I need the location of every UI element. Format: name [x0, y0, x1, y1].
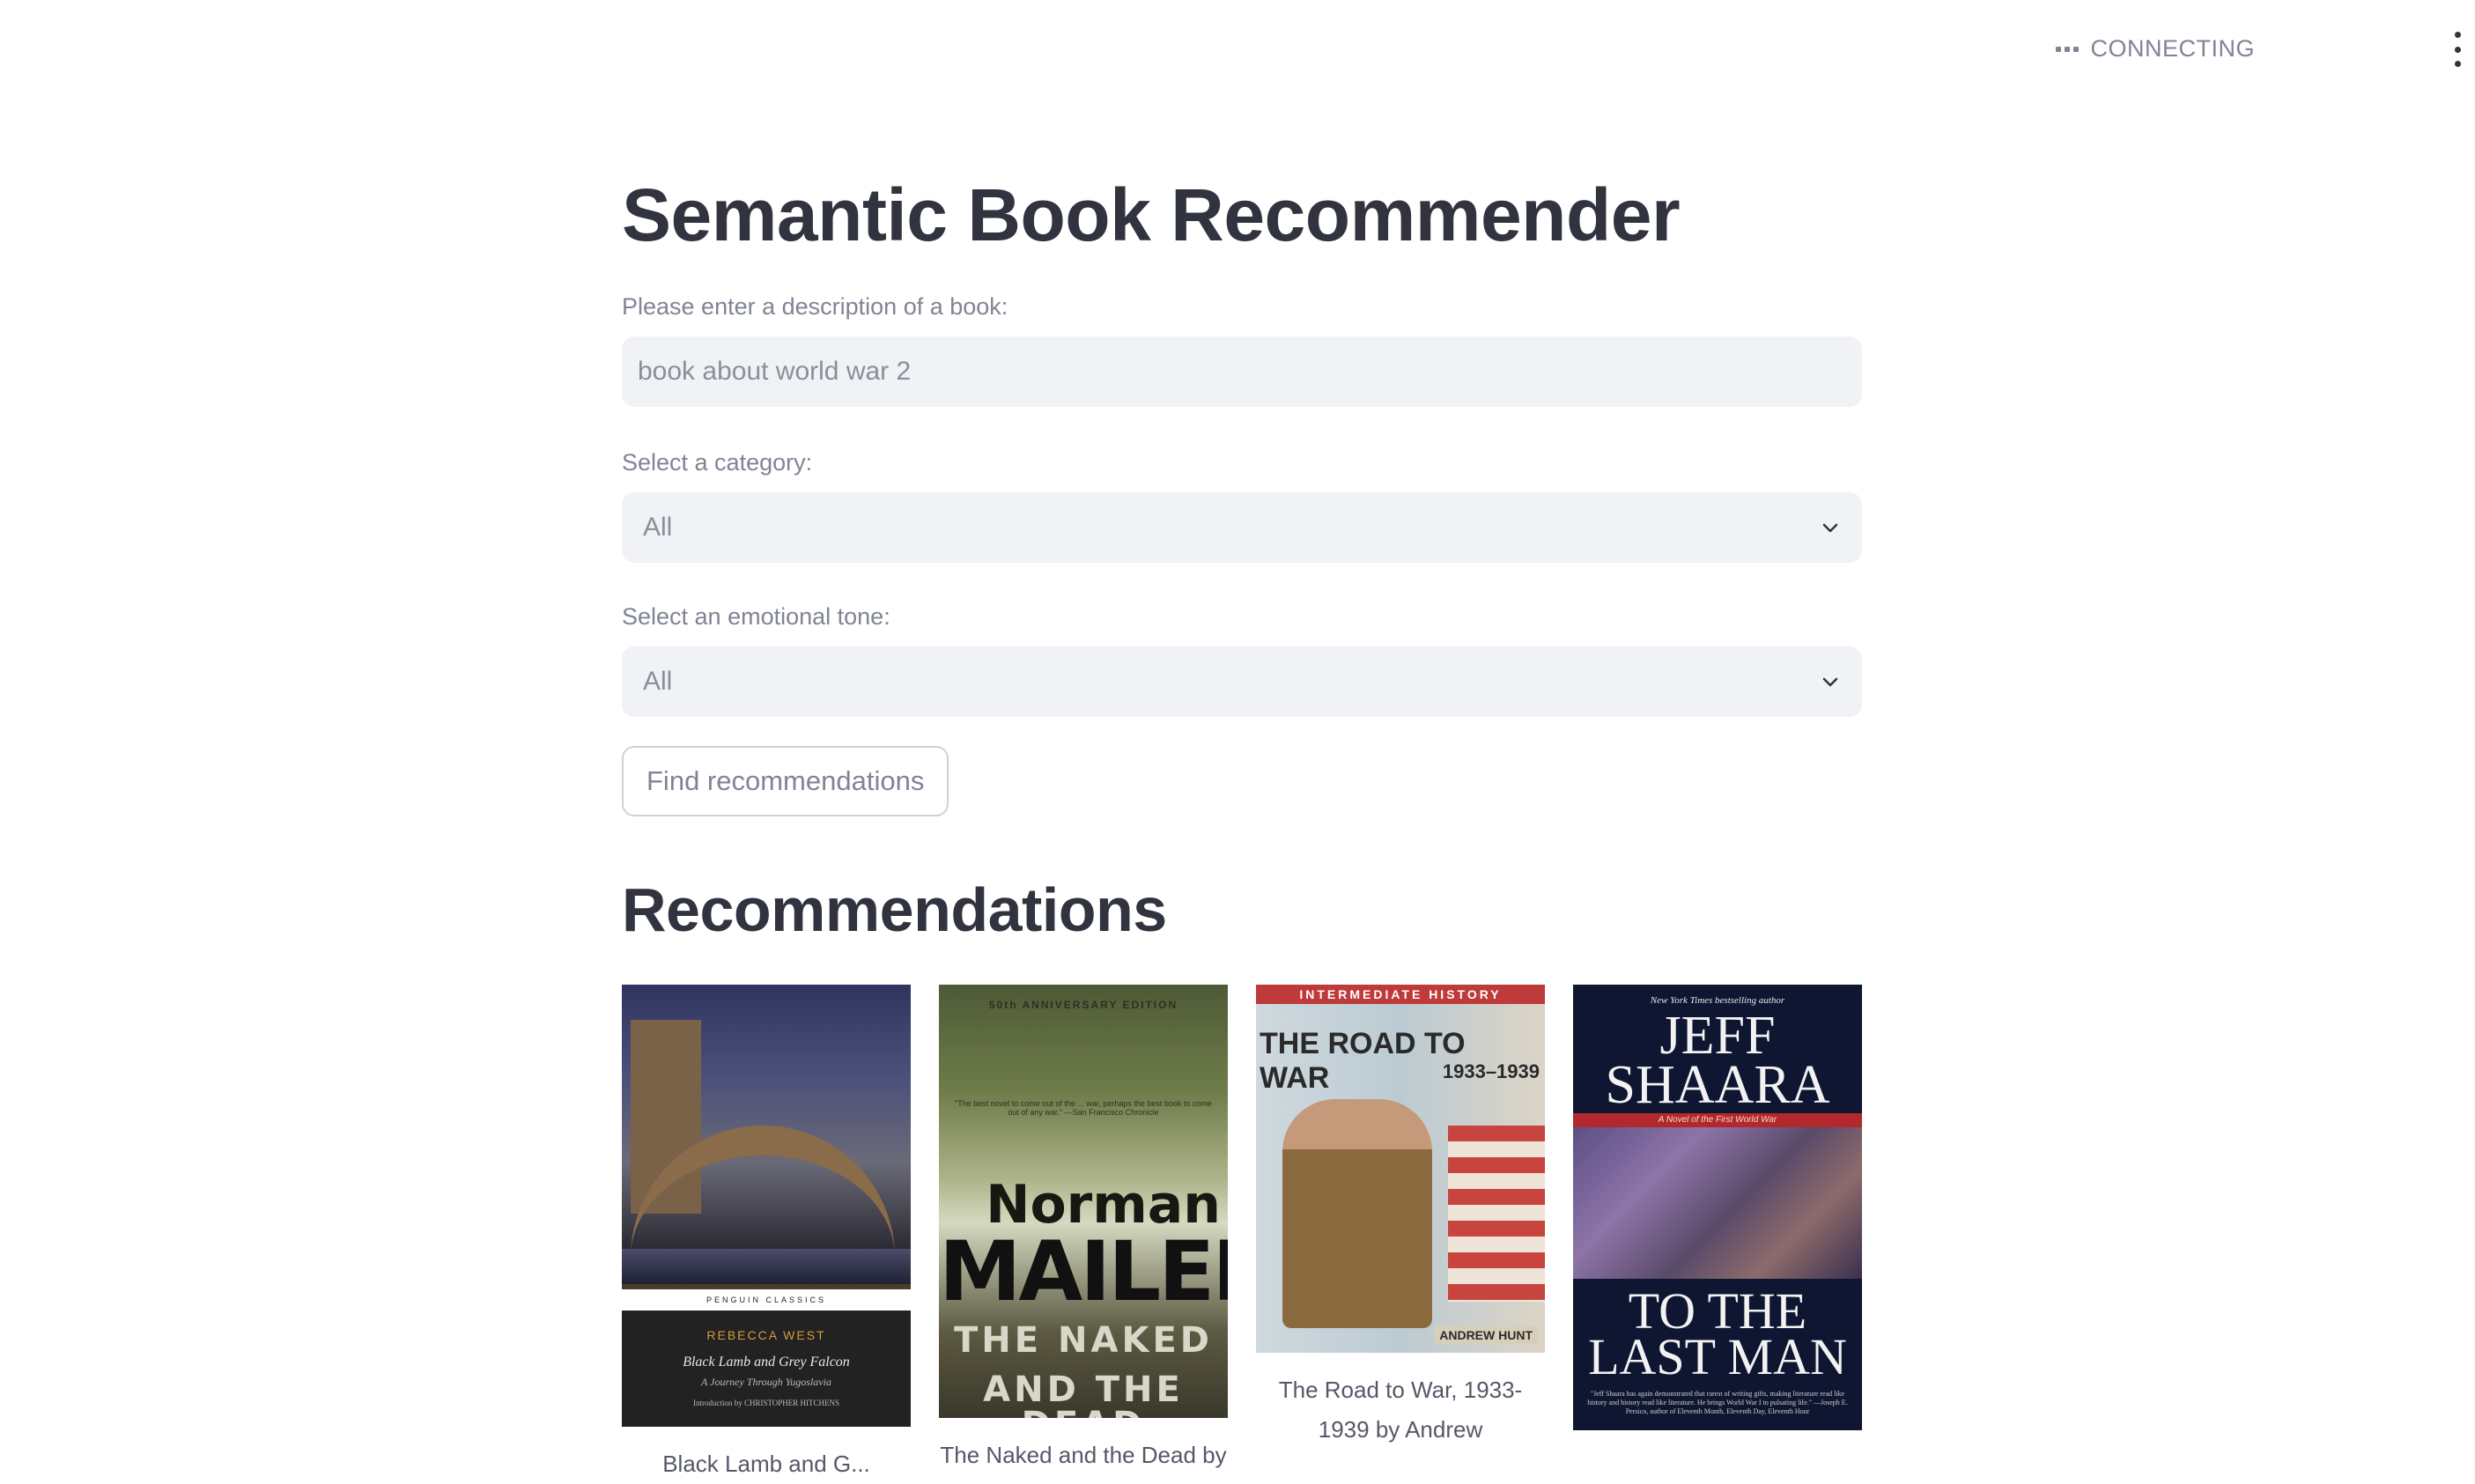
- cover-author-last: SHAARA: [1605, 1055, 1830, 1115]
- category-select[interactable]: All: [622, 492, 1862, 564]
- cover-series: A Novel of the First World War: [1573, 1113, 1862, 1127]
- connection-status-label: CONNECTING: [2090, 35, 2255, 62]
- cover-subtitle: A Journey Through Yugoslavia: [701, 1376, 831, 1388]
- book-caption: The Road to War, 1933-1939 by Andrew: [1278, 1377, 1523, 1443]
- cover-blurb: "Jeff Shaara has again demonstrated that…: [1587, 1390, 1848, 1415]
- description-label: Please enter a description of a book:: [622, 293, 1008, 321]
- book-cover[interactable]: PENGUIN CLASSICS REBECCA WEST Black Lamb…: [622, 985, 911, 1427]
- cover-strip: INTERMEDIATE HISTORY: [1256, 985, 1545, 1004]
- chevron-down-icon: [1822, 677, 1838, 687]
- book-card[interactable]: New York Times bestselling author JEFF S…: [1573, 985, 1862, 1484]
- cover-author: ANDREW HUNT: [1434, 1326, 1538, 1344]
- find-recommendations-button[interactable]: Find recommendations: [622, 746, 949, 817]
- dots-icon: [2055, 46, 2079, 52]
- category-label: Select a category:: [622, 449, 813, 476]
- book-card[interactable]: 50th ANNIVERSARY EDITION "The best novel…: [939, 985, 1228, 1484]
- chevron-down-icon: [1822, 523, 1838, 533]
- book-card[interactable]: PENGUIN CLASSICS REBECCA WEST Black Lamb…: [622, 985, 911, 1484]
- recommendations-heading: Recommendations: [622, 875, 1167, 945]
- recommendations-grid: PENGUIN CLASSICS REBECCA WEST Black Lamb…: [622, 985, 1862, 1484]
- description-input[interactable]: book about world war 2: [622, 336, 1862, 408]
- cover-tagline: New York Times bestselling author: [1650, 995, 1785, 1006]
- cover-title-line1: THE NAKED: [954, 1320, 1213, 1361]
- cover-author-first: Norman: [986, 1174, 1221, 1236]
- page-title: Semantic Book Recommender: [622, 174, 1681, 256]
- cover-author-first: JEFF: [1659, 1006, 1776, 1066]
- book-cover[interactable]: 50th ANNIVERSARY EDITION "The best novel…: [939, 985, 1228, 1418]
- description-input-value: book about world war 2: [638, 357, 912, 387]
- cover-intro: Introduction by CHRISTOPHER HITCHENS: [692, 1399, 840, 1407]
- top-bar: CONNECTING: [0, 0, 2475, 97]
- tone-select-value: All: [643, 667, 673, 697]
- book-caption: The Naked and the Dead by: [940, 1442, 1227, 1468]
- vertical-ellipsis-icon[interactable]: [2447, 32, 2468, 67]
- cover-author-last: MAILER: [939, 1224, 1228, 1320]
- tone-select[interactable]: All: [622, 646, 1862, 718]
- book-cover[interactable]: INTERMEDIATE HISTORY THE ROAD TO WAR 193…: [1256, 985, 1545, 1353]
- main-content: Semantic Book Recommender Please enter a…: [622, 167, 1862, 945]
- cover-quote: "The best novel to come out of the ... w…: [955, 1099, 1212, 1117]
- cover-author: REBECCA WEST: [706, 1328, 826, 1342]
- tone-label: Select an emotional tone:: [622, 603, 890, 631]
- cover-edition: 50th ANNIVERSARY EDITION: [988, 999, 1178, 1011]
- category-select-value: All: [643, 513, 673, 543]
- cover-years: 1933–1939: [1442, 1060, 1540, 1082]
- book-caption: Black Lamb and G...: [662, 1451, 870, 1477]
- book-card[interactable]: INTERMEDIATE HISTORY THE ROAD TO WAR 193…: [1256, 985, 1545, 1484]
- cover-title-line2: AND THE DEAD: [983, 1370, 1184, 1418]
- book-cover[interactable]: New York Times bestselling author JEFF S…: [1573, 985, 1862, 1430]
- cover-series: PENGUIN CLASSICS: [622, 1289, 911, 1310]
- cover-title-line2: LAST MAN: [1588, 1328, 1847, 1385]
- cover-title: Black Lamb and Grey Falcon: [683, 1355, 850, 1370]
- connection-status: CONNECTING: [2055, 35, 2256, 63]
